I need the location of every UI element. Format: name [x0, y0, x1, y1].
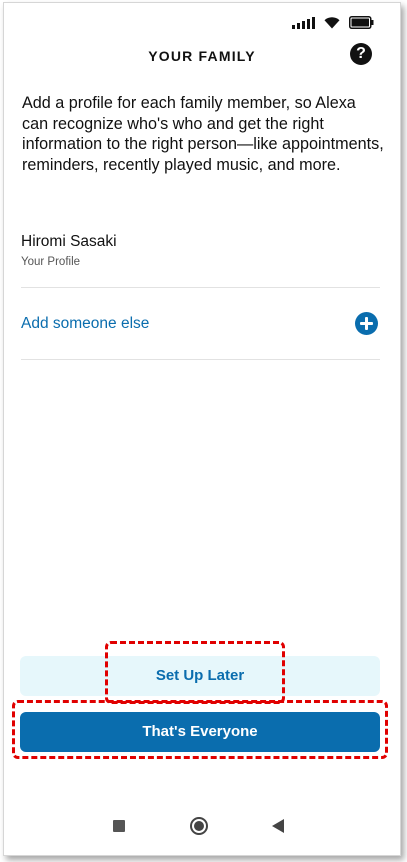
- profile-subtitle: Your Profile: [21, 256, 81, 268]
- phone-screen: YOUR FAMILY ? Add a profile for each fam…: [3, 2, 401, 856]
- navigation-bar: [4, 803, 400, 851]
- help-button[interactable]: ?: [350, 43, 372, 65]
- add-someone-else-label: Add someone else: [21, 315, 150, 332]
- divider: [21, 359, 380, 360]
- status-bar: [4, 3, 400, 43]
- profile-name: Hiromi Sasaki: [21, 233, 117, 250]
- highlight-box-set-up-later: [105, 641, 285, 704]
- status-icons: [292, 16, 374, 29]
- divider: [21, 287, 380, 288]
- wifi-icon: [324, 16, 340, 29]
- cell-signal-icon: [292, 16, 315, 29]
- back-triangle-icon[interactable]: [272, 819, 284, 833]
- question-icon: ?: [356, 45, 366, 62]
- intro-text: Add a profile for each family member, so…: [22, 94, 384, 174]
- profile-row[interactable]: Hiromi Sasaki Your Profile: [4, 231, 400, 287]
- plus-circle-icon[interactable]: [355, 312, 378, 335]
- recents-square-icon[interactable]: [113, 820, 125, 832]
- add-someone-else-row[interactable]: Add someone else: [4, 303, 400, 347]
- battery-icon: [349, 16, 374, 29]
- home-circle-icon[interactable]: [190, 817, 208, 835]
- page-title: YOUR FAMILY: [148, 48, 256, 64]
- highlight-box-thats-everyone: [12, 700, 388, 759]
- header: YOUR FAMILY ?: [4, 43, 400, 73]
